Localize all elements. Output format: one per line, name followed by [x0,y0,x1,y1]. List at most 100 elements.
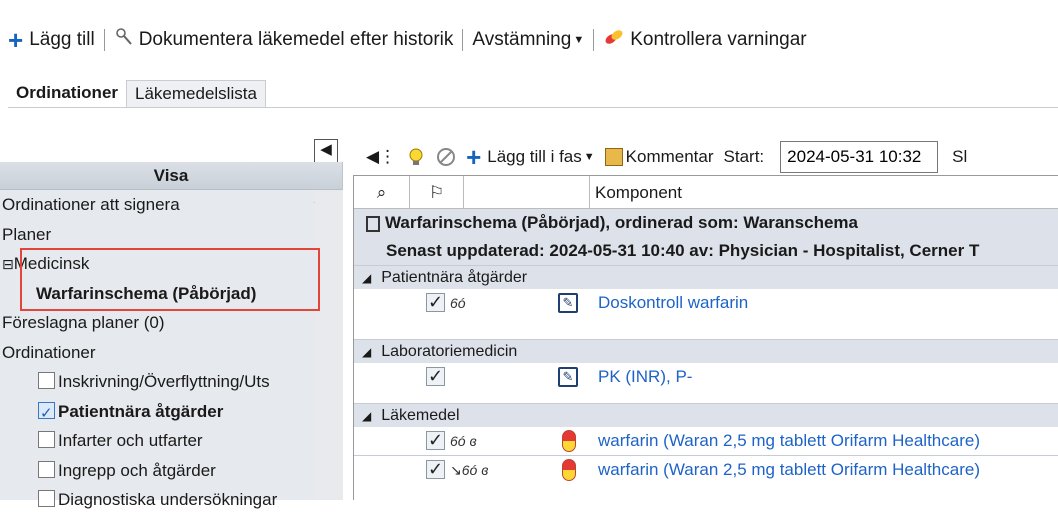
document-history-label: Dokumentera läkemedel efter historik [138,29,454,50]
tab-orders[interactable]: Ordinationer [8,80,127,108]
tree-item-admission[interactable]: Inskrivning/Överflyttning/Uts [0,367,342,397]
order-title-text: Warfarinschema (Påbörjad), ordinerad som… [385,213,858,232]
tree-item-label: Inskrivning/Överflyttning/Uts [58,372,270,391]
order-link[interactable]: warfarin (Waran 2,5 mg tablett Orifarm H… [598,427,980,455]
caret-down-icon: ▼ [573,34,585,46]
checkbox[interactable] [38,431,55,449]
comment-label: Kommentar [625,147,714,166]
toolbar-divider [103,29,105,51]
document-icon [114,27,134,53]
order-updated: Senast uppdaterad: 2024-05-31 10:40 av: … [386,241,980,260]
tree-item-patient-care[interactable]: Patientnära åtgärder [0,397,342,426]
flag-icon: ⚐ [428,183,445,202]
caret-down-icon: ▼ [583,151,595,163]
collapse-triangle-icon[interactable]: ◢ [362,409,371,423]
tree-item-medical[interactable]: ⊟Medicinsk [0,249,342,279]
collapse-triangle-icon[interactable]: ◢ [362,271,371,285]
collapse-triangle-icon[interactable]: ◢ [362,345,371,359]
column-header-blank[interactable] [464,176,590,208]
column-header-flag[interactable]: ⚐ [410,176,464,208]
comment-icon [604,148,623,166]
row-checkbox[interactable]: ✓ [426,460,445,479]
row-checkbox[interactable]: ✓ [426,431,445,450]
order-form-icon[interactable]: ✎ [558,293,578,313]
add-label: Lägg till [29,29,95,50]
order-row-dose-check[interactable]: ✓ 6ó ✎ Doskontroll warfarin [354,289,1058,339]
checkbox[interactable] [38,490,55,508]
tree-item-procedures[interactable]: Ingrepp och åtgärder [0,456,342,486]
tree-item-plans[interactable]: Planer [0,220,342,250]
tree-item-medical-label: Medicinsk [13,254,90,273]
tab-underline [8,107,1058,108]
reconcile-dropdown[interactable]: Avstämning ▼ [464,29,592,51]
row-checkbox[interactable]: ✓ [426,367,445,386]
reconcile-label: Avstämning [472,29,572,50]
order-link[interactable]: warfarin (Waran 2,5 mg tablett Orifarm H… [598,456,980,484]
trailing-label: Sl [952,147,968,166]
order-plan-header[interactable]: Warfarinschema (Påbörjad), ordinerad som… [354,209,1058,265]
row-checkbox[interactable]: ✓ [426,293,445,312]
category-laboratory[interactable]: ◢ Laboratoriemedicin [354,339,1058,363]
category-medication[interactable]: ◢ Läkemedel [354,403,1058,427]
plus-icon: + [8,25,24,55]
tree-item-lines[interactable]: Infarter och utfarter [0,426,342,456]
tree-item-label: Patientnära åtgärder [58,401,224,421]
toolbar-divider [462,29,464,51]
plan-icon [366,215,380,232]
category-patient-care[interactable]: ◢ Patientnära åtgärder [354,265,1058,289]
check-warnings-label: Kontrollera varningar [630,29,807,50]
category-label: Patientnära åtgärder [381,269,528,286]
cancel-icon[interactable] [436,147,456,167]
order-title: Warfarinschema (Påbörjad), ordinerad som… [366,209,1058,237]
main-toolbar: + Lägg till Dokumentera läkemedel efter … [0,22,815,58]
order-form-icon[interactable]: ✎ [558,367,578,387]
grid-header: ⌕ ⚐ Komponent [354,176,1058,209]
checkbox-checked[interactable] [38,399,55,426]
speaker-icon[interactable]: ◀⋮ [366,147,396,167]
checkbox[interactable] [38,372,55,390]
link-icon: ⌕ [376,183,387,202]
lightbulb-icon[interactable] [406,147,426,167]
add-to-phase-dropdown[interactable]: + Lägg till i fas ▼ [466,142,595,172]
reviewed-icon: 6ó [450,295,466,311]
medication-pill-icon [562,459,576,481]
toolbar-divider [593,29,595,51]
category-label: Laboratoriemedicin [381,343,518,360]
tree-item-suggested-plans[interactable]: Föreslagna planer (0) [0,308,342,338]
check-warnings-button[interactable]: Kontrollera varningar [595,27,814,53]
phase-toolbar: ◀⋮ + Lägg till i fas ▼ Kommentar Start: … [366,140,967,174]
column-header-link[interactable]: ⌕ [354,176,410,208]
tree-item-label: Ingrepp och åtgärder [58,460,216,480]
tab-bar: Ordinationer Läkemedelslista [8,80,266,108]
reviewed-icon: 6ó ɞ [450,433,477,449]
view-panel: Visa ▲ Ordinationer att signera Planer ⊟… [0,162,343,509]
column-header-component[interactable]: Komponent [590,176,682,208]
order-row-inr[interactable]: ✓ ✎ PK (INR), P- [354,363,1058,403]
plus-icon: + [466,142,482,172]
order-link[interactable]: PK (INR), P- [598,363,692,391]
tree-item-orders[interactable]: Ordinationer [0,338,342,368]
collapse-left-icon: ◀ [320,141,332,158]
reviewed-icon: ↘6ó ɞ [450,462,489,478]
tab-medication-list[interactable]: Läkemedelslista [126,80,266,108]
scrollbar[interactable] [315,190,343,500]
collapse-panel-button[interactable]: ◀ [314,139,338,163]
start-label: Start: [723,147,765,166]
view-tree: ▲ Ordinationer att signera Planer ⊟Medic… [0,190,342,515]
add-button[interactable]: + Lägg till [0,25,103,55]
checkbox[interactable] [38,460,55,478]
tree-item-label: Infarter och utfarter [58,431,203,450]
tree-item-orders-to-sign[interactable]: Ordinationer att signera [0,190,342,220]
view-header: Visa [0,162,342,190]
category-label: Läkemedel [381,407,460,424]
order-link[interactable]: Doskontroll warfarin [598,289,748,317]
tree-item-warfarin-plan[interactable]: Warfarinschema (Påbörjad) [0,279,342,309]
add-to-phase-label: Lägg till i fas [487,147,582,166]
comment-button[interactable]: Kommentar [604,147,714,167]
medication-pill-icon [562,430,576,452]
order-row-warfarin-1[interactable]: ✓ 6ó ɞ warfarin (Waran 2,5 mg tablett Or… [354,427,1058,455]
start-datetime-input[interactable] [780,141,939,173]
document-history-button[interactable]: Dokumentera läkemedel efter historik [106,27,462,53]
order-row-warfarin-2[interactable]: ✓ ↘6ó ɞ warfarin (Waran 2,5 mg tablett O… [354,456,1058,484]
collapse-tree-icon[interactable]: ⊟ [2,256,14,272]
